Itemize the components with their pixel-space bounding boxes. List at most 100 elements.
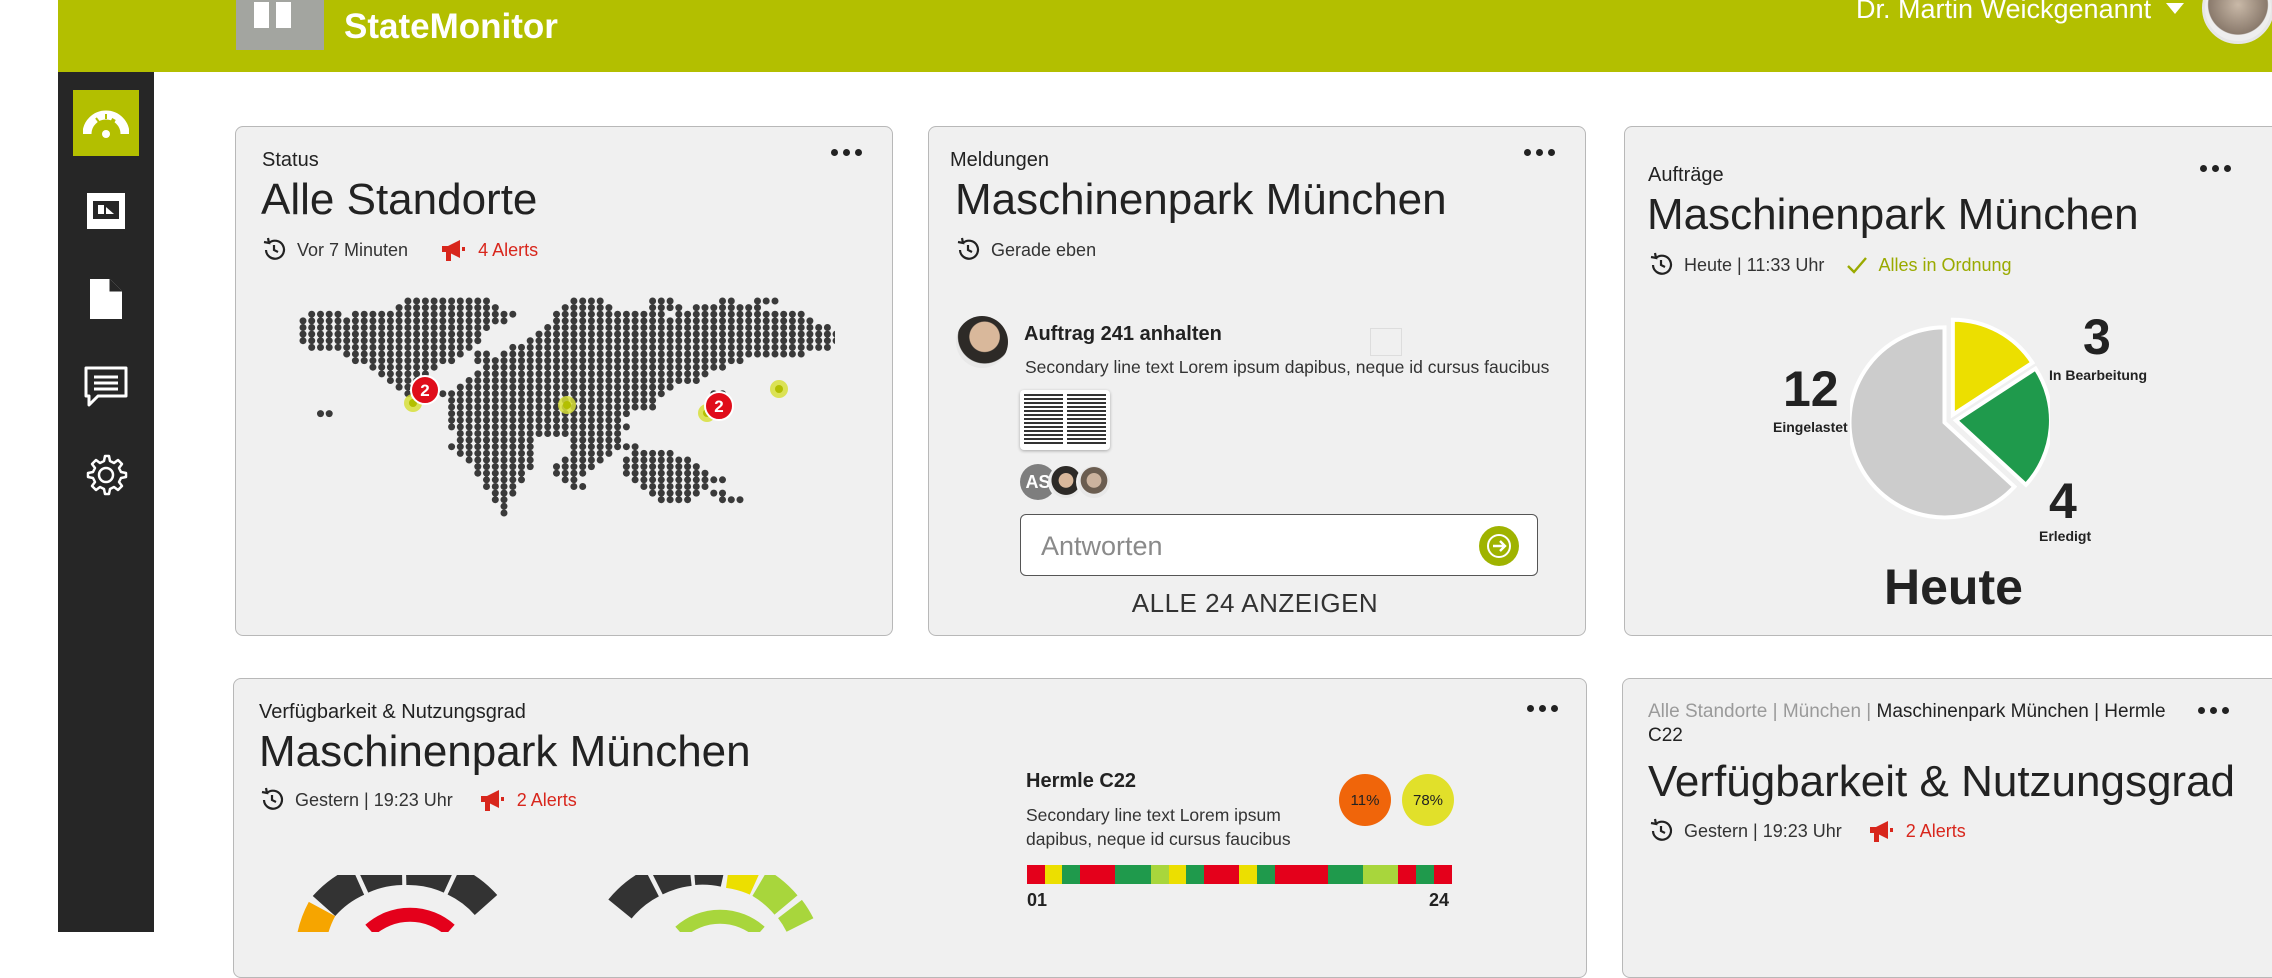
map-dot: [360, 317, 368, 325]
hour-status-strip[interactable]: [1027, 865, 1452, 884]
map-dot: [832, 330, 835, 338]
map-dot: [649, 363, 657, 371]
more-options-icon[interactable]: [831, 149, 862, 156]
map-dot: [474, 297, 482, 305]
app-title[interactable]: StateMonitor: [344, 7, 558, 47]
map-dot: [579, 390, 587, 398]
hour-segment: [1380, 865, 1399, 884]
map-dot: [561, 383, 569, 391]
hour-dials[interactable]: [290, 875, 850, 932]
map-dot: [317, 410, 324, 418]
map-dot: [526, 449, 534, 457]
more-options-icon[interactable]: [2198, 707, 2229, 714]
map-dot: [544, 430, 552, 437]
map-dot: [553, 423, 560, 431]
map-dot: [727, 304, 735, 312]
participant-avatar[interactable]: [1076, 464, 1112, 500]
map-dot: [657, 489, 665, 497]
map-dot: [622, 469, 630, 477]
map-dot: [369, 363, 377, 371]
alert-count[interactable]: 4 Alerts: [478, 240, 538, 261]
map-dot: [675, 469, 683, 477]
map-dot: [631, 310, 639, 318]
megaphone-icon: [1869, 821, 1893, 842]
sidebar-item-dashboard[interactable]: [73, 90, 139, 156]
map-dot: [675, 456, 683, 464]
map-dot: [334, 324, 342, 331]
map-dot: [509, 430, 517, 437]
map-dot: [526, 396, 534, 404]
world-map[interactable]: 22: [295, 295, 835, 595]
map-dot: [334, 310, 342, 318]
sidebar-item-documents[interactable]: [73, 266, 139, 332]
map-dot: [754, 330, 761, 338]
orders-pie-chart[interactable]: [1850, 315, 2050, 525]
map-dot: [570, 330, 578, 338]
breadcrumb-parents[interactable]: Alle Standorte | München |: [1648, 701, 1871, 722]
map-dot: [483, 469, 490, 477]
map-dot: [404, 324, 412, 331]
map-dot: [815, 330, 823, 338]
map-dot: [719, 496, 726, 504]
map-dot: [736, 310, 744, 318]
map-dot: [579, 416, 587, 424]
updated-time: Gerade eben: [991, 239, 1097, 260]
hour-segment: [1310, 865, 1328, 884]
sidebar-item-messages[interactable]: [73, 354, 139, 420]
map-dot: [334, 317, 342, 325]
map-dot: [762, 350, 770, 358]
map-dot: [614, 390, 622, 398]
map-dot: [657, 377, 665, 384]
map-dot: [701, 476, 709, 484]
map-dot: [439, 304, 447, 312]
message-title[interactable]: Auftrag 241 anhalten: [1024, 323, 1222, 346]
chevron-down-icon[interactable]: [2166, 3, 2184, 14]
map-dot: [526, 350, 534, 358]
user-name[interactable]: Dr. Martin Weickgenannt: [1856, 0, 2151, 25]
map-dot: [561, 310, 569, 318]
map-dot: [570, 363, 578, 371]
logo-icon[interactable]: [236, 0, 324, 50]
map-dot: [456, 324, 464, 331]
map-dot: [413, 363, 421, 371]
map-dot: [483, 310, 490, 318]
more-options-icon[interactable]: [2200, 165, 2231, 172]
map-dot: [483, 403, 490, 411]
map-dot: [631, 396, 639, 404]
map-dot: [666, 317, 674, 325]
map-dot: [483, 443, 490, 451]
more-options-icon[interactable]: [1524, 149, 1555, 156]
map-dot: [579, 410, 587, 418]
map-dot: [439, 310, 447, 318]
map-dot: [544, 383, 552, 391]
map-dot: [570, 324, 578, 331]
map-dot: [509, 377, 517, 384]
map-dot: [465, 449, 473, 457]
sidebar-item-machines[interactable]: [73, 178, 139, 244]
send-button[interactable]: [1479, 526, 1519, 566]
map-dot: [509, 489, 517, 497]
show-all-link[interactable]: ALLE 24 ANZEIGEN: [905, 588, 1605, 619]
map-dot: [771, 343, 779, 351]
map-dot: [526, 370, 534, 378]
sidebar-item-settings[interactable]: [73, 442, 139, 508]
map-dot: [745, 337, 753, 345]
map-dot: [596, 436, 604, 444]
message-icon: [84, 366, 128, 407]
reply-input[interactable]: Antworten: [1020, 514, 1538, 576]
map-dot: [614, 416, 622, 424]
more-options-icon[interactable]: [1527, 705, 1558, 712]
map-dot: [692, 363, 700, 371]
map-dot: [762, 324, 770, 331]
map-dot: [500, 436, 508, 444]
avatar[interactable]: [956, 316, 1008, 368]
map-dot: [448, 403, 456, 411]
map-dot: [675, 357, 683, 365]
map-dot: [622, 377, 630, 384]
alert-count[interactable]: 2 Alerts: [517, 790, 577, 811]
alert-count[interactable]: 2 Alerts: [1906, 821, 1966, 842]
attachment-thumbnail[interactable]: [1020, 390, 1110, 450]
map-dot: [474, 317, 482, 325]
machine-name[interactable]: Hermle C22: [1026, 770, 1136, 793]
map-dot: [474, 304, 482, 312]
